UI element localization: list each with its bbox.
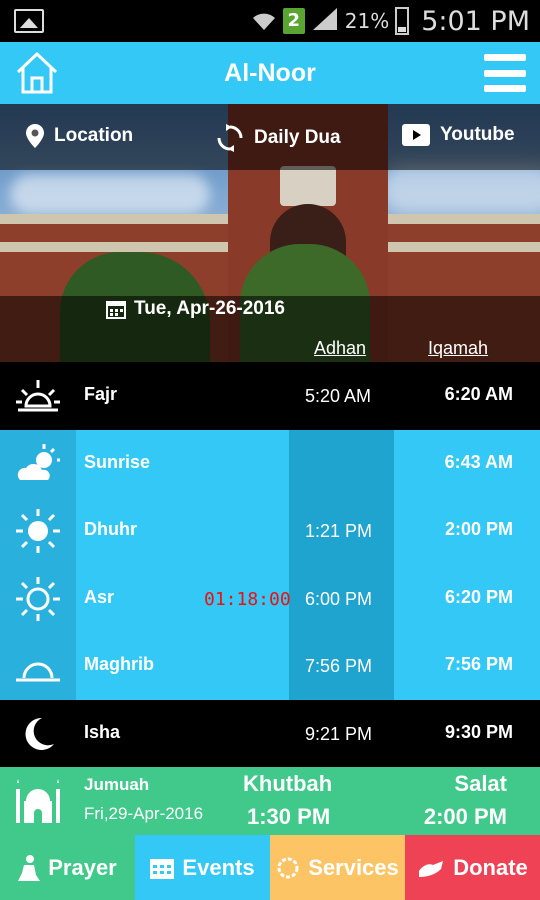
- prayer-name: Fajr: [84, 384, 118, 404]
- battery-percentage: 21%: [344, 9, 390, 33]
- tab-services-label: Services: [308, 854, 399, 880]
- iqamah-time: 2:00 PM: [444, 519, 513, 539]
- home-button[interactable]: [14, 50, 60, 96]
- calendar-icon: [106, 301, 126, 319]
- adhan-time: 9:21 PM: [305, 724, 373, 744]
- adhan-time: 1:21 PM: [305, 521, 373, 541]
- quick-nav: Location Daily Dua Youtube: [0, 104, 540, 170]
- daily-dua-label: Daily Dua: [254, 127, 341, 148]
- tab-prayer-label: Prayer: [48, 854, 117, 880]
- khutbah-time: 1:30 PM: [247, 804, 331, 829]
- daily-dua-link[interactable]: Daily Dua: [216, 124, 341, 152]
- jumuah-title: Jumuah: [84, 775, 150, 794]
- sunrise-horizon-icon: [16, 380, 60, 412]
- tab-events[interactable]: Events: [135, 835, 270, 900]
- prayer-name: Maghrib: [84, 654, 154, 674]
- iqamah-time: 6:20 AM: [444, 384, 513, 404]
- prayer-name: Isha: [84, 722, 121, 742]
- prayer-name: Dhuhr: [84, 519, 137, 539]
- refresh-icon: [217, 124, 243, 152]
- tab-prayer[interactable]: Prayer: [0, 835, 135, 900]
- location-pin-icon: [26, 124, 44, 148]
- menu-button[interactable]: [484, 54, 526, 92]
- iqamah-time: 9:30 PM: [444, 722, 513, 742]
- calendar-icon: [150, 858, 175, 879]
- wifi-icon: [251, 8, 277, 34]
- prayer-row-maghrib: Maghrib 7:56 PM 7:56 PM: [0, 632, 540, 700]
- countdown-timer: 01:18:00: [204, 589, 291, 610]
- clock: 5:01 PM: [421, 5, 530, 37]
- adhan-column-header: Adhan: [314, 338, 367, 358]
- jumuah-bar[interactable]: Jumuah Fri,29-Apr-2016 Khutbah 1:30 PM S…: [0, 767, 540, 835]
- sim-badge: 2: [282, 8, 305, 34]
- menu-bar-middle: [484, 69, 526, 77]
- prayer-name: Asr: [84, 587, 115, 607]
- hand-heart-icon: [419, 860, 444, 877]
- status-bar: 2 21% 5:01 PM: [0, 0, 540, 42]
- khutbah-label: Khutbah: [243, 771, 333, 796]
- prayer-row-isha: Isha 9:21 PM 9:30 PM: [0, 700, 540, 767]
- praying-person-icon: [18, 854, 41, 881]
- iqamah-time: 6:20 PM: [444, 587, 513, 607]
- adhan-time: 6:00 PM: [305, 589, 373, 609]
- sun-outline-icon: [16, 577, 60, 621]
- mosque-icon: [16, 779, 60, 823]
- prayer-row-asr: Asr 01:18:00 6:00 PM 6:20 PM: [0, 565, 540, 633]
- iqamah-time: 7:56 PM: [444, 654, 513, 674]
- tab-services[interactable]: Services: [270, 835, 405, 900]
- salat-time: 2:00 PM: [423, 804, 507, 829]
- date-text: Tue, Apr-26-2016: [134, 298, 285, 319]
- services-ring-icon: [277, 857, 299, 878]
- youtube-link[interactable]: Youtube: [402, 124, 515, 146]
- prayer-row-fajr: Fajr 5:20 AM 6:20 AM: [0, 362, 540, 430]
- prayer-row-sunrise: Sunrise 6:43 AM: [0, 430, 540, 498]
- cloud-sun-icon: [17, 444, 60, 480]
- home-icon: [16, 52, 58, 94]
- date-bar: Tue, Apr-26-2016 Adhan Iqamah: [0, 296, 540, 362]
- tab-events-label: Events: [182, 854, 255, 880]
- current-date: Tue, Apr-26-2016: [106, 298, 285, 320]
- sunset-icon: [16, 662, 60, 682]
- crescent-moon-icon: [25, 717, 54, 750]
- tab-donate[interactable]: Donate: [405, 835, 540, 900]
- app-header: Al-Noor: [0, 42, 540, 104]
- menu-bar-top: [484, 54, 526, 61]
- play-icon: [402, 124, 430, 146]
- tab-donate-label: Donate: [453, 854, 528, 880]
- prayer-name: Sunrise: [84, 452, 151, 472]
- bottom-tab-bar: Prayer Events Services Donate: [0, 835, 540, 900]
- adhan-time: 5:20 AM: [305, 386, 372, 406]
- gallery-notification-icon: [14, 9, 44, 33]
- location-link[interactable]: Location: [26, 124, 133, 148]
- battery-icon: [395, 7, 410, 35]
- iqamah-column-header: Iqamah: [428, 338, 489, 358]
- app-title: Al-Noor: [224, 58, 316, 87]
- youtube-label: Youtube: [440, 124, 515, 145]
- jumuah-date: Fri,29-Apr-2016: [84, 804, 204, 823]
- adhan-time: 7:56 PM: [305, 656, 373, 676]
- salat-label: Salat: [454, 771, 507, 796]
- iqamah-time: 6:43 AM: [444, 452, 513, 472]
- sun-icon: [16, 509, 60, 553]
- prayer-row-dhuhr: Dhuhr 1:21 PM 2:00 PM: [0, 497, 540, 565]
- signal-icon: [311, 6, 339, 36]
- menu-bar-bottom: [484, 85, 526, 92]
- location-label: Location: [54, 125, 134, 146]
